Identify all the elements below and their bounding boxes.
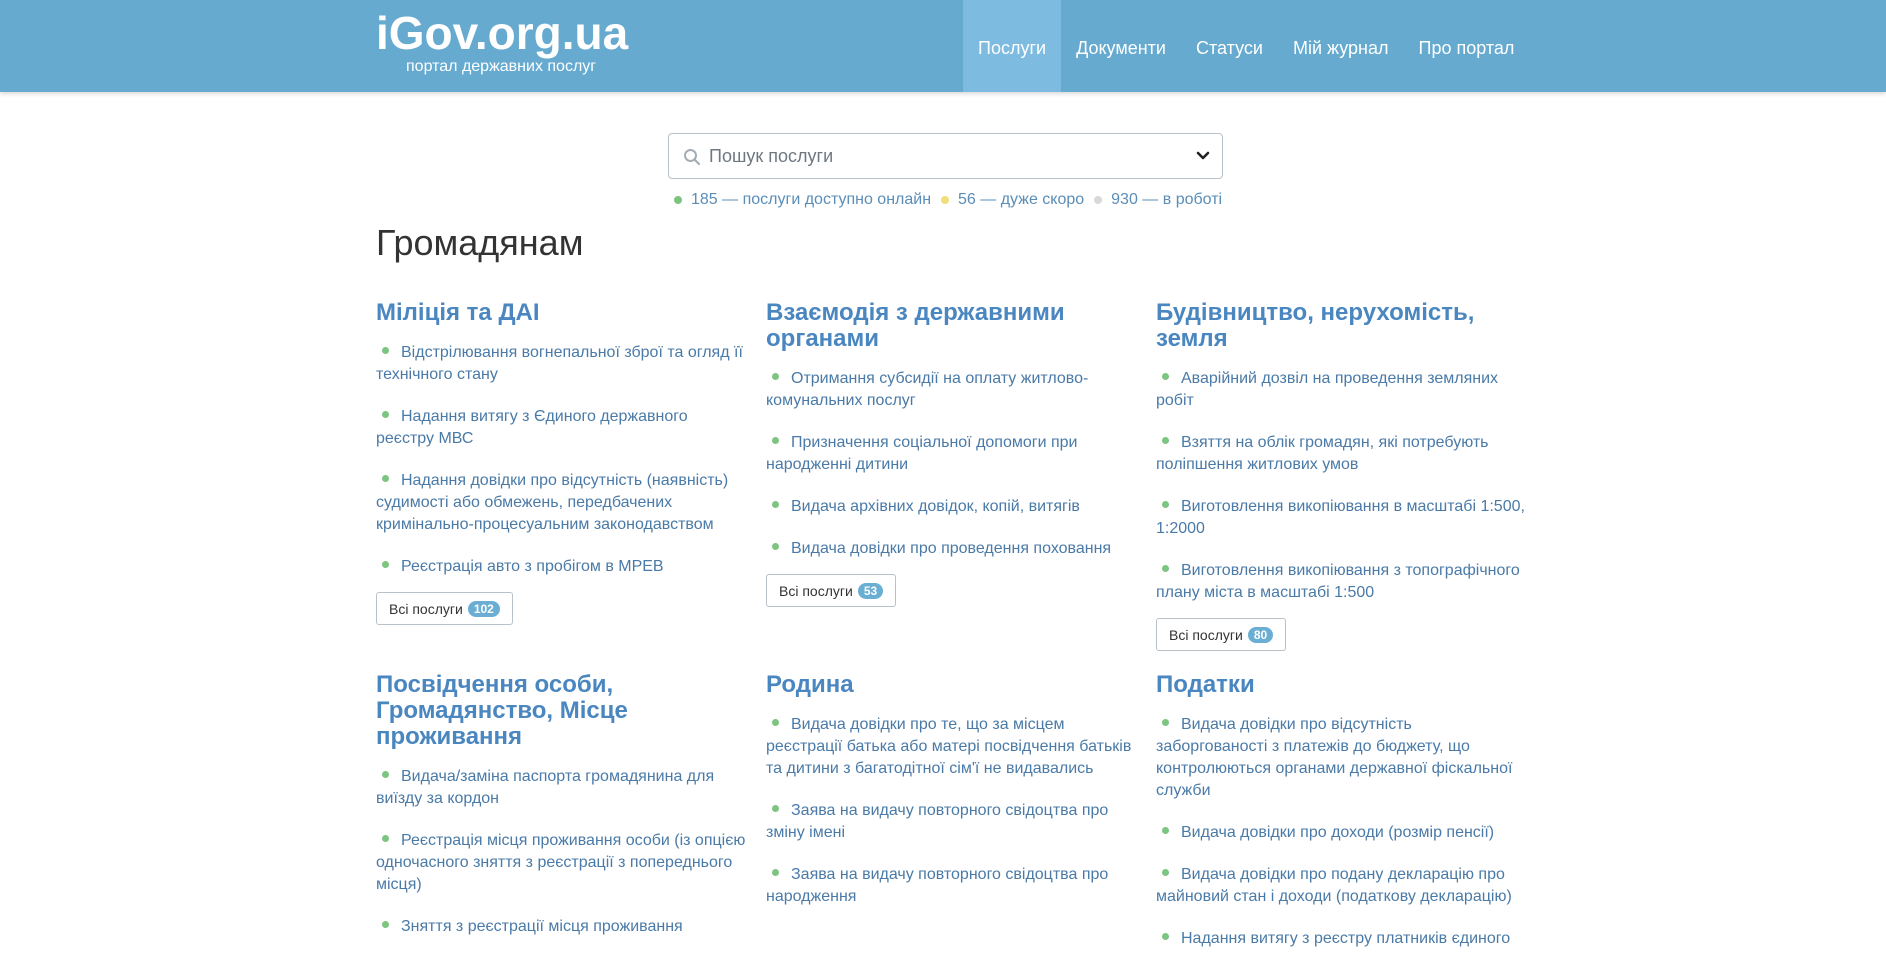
- category-police: Міліція та ДАІ Відстрілювання вогнепальн…: [376, 300, 746, 625]
- service-stats: 185 — послуги доступно онлайн 56 — дуже …: [670, 189, 1228, 211]
- category-title[interactable]: Міліція та ДАІ: [376, 300, 746, 326]
- available-dot: [772, 543, 779, 550]
- available-dot: [772, 437, 779, 444]
- all-services-label: Всі послуги: [779, 582, 853, 599]
- available-dot: [772, 719, 779, 726]
- service-link[interactable]: Зняття з реєстрації місця проживання: [376, 916, 746, 938]
- available-dot: [382, 561, 389, 568]
- service-list: Видача/заміна паспорта громадянина для в…: [376, 766, 746, 938]
- service-link[interactable]: Реєстрація авто з пробігом в МРЕВ: [376, 556, 746, 578]
- status-dot-online: [674, 196, 682, 204]
- nav-item-statuses[interactable]: Статуси: [1181, 0, 1278, 92]
- service-link[interactable]: Видача довідки про відсутність заборгова…: [1156, 714, 1526, 802]
- service-link[interactable]: Призначення соціальної допомоги при наро…: [766, 432, 1136, 476]
- search-icon: [684, 149, 701, 166]
- category-title[interactable]: Будівництво, нерухомість, земля: [1156, 300, 1526, 352]
- category-family: Родина Видача довідки про те, що за місц…: [766, 672, 1136, 928]
- nav-item-my-journal[interactable]: Мій журнал: [1278, 0, 1404, 92]
- service-link[interactable]: Відстрілювання вогнепальної зброї та огл…: [376, 342, 746, 386]
- service-link[interactable]: Надання витягу з Єдиного державного реєс…: [376, 406, 746, 450]
- available-dot: [382, 771, 389, 778]
- service-list: Видача довідки про те, що за місцем реєс…: [766, 714, 1136, 908]
- service-list: Видача довідки про відсутність заборгова…: [1156, 714, 1526, 950]
- service-link[interactable]: Заява на видачу повторного свідоцтва про…: [766, 864, 1136, 908]
- nav-item-documents[interactable]: Документи: [1061, 0, 1181, 92]
- service-link[interactable]: Надання довідки про відсутність (наявніс…: [376, 470, 746, 536]
- service-link[interactable]: Видача довідки про проведення поховання: [766, 538, 1136, 560]
- top-navbar: iGov.org.ua портал державних послуг Посл…: [0, 0, 1886, 92]
- service-search[interactable]: [668, 133, 1223, 179]
- available-dot: [382, 835, 389, 842]
- available-dot: [1162, 373, 1169, 380]
- service-link[interactable]: Аварійний дозвіл на проведення земляних …: [1156, 368, 1526, 412]
- category-government: Взаємодія з державними органами Отриманн…: [766, 300, 1136, 607]
- available-dot: [1162, 501, 1169, 508]
- brand-logo[interactable]: iGov.org.ua портал державних послуг: [376, 6, 628, 76]
- nav-item-services[interactable]: Послуги: [963, 0, 1062, 92]
- category-taxes: Податки Видача довідки про відсутність з…: [1156, 672, 1526, 955]
- count-badge: 102: [467, 600, 500, 617]
- available-dot: [772, 373, 779, 380]
- page-title: Громадянам: [376, 222, 584, 263]
- service-link[interactable]: Виготовлення викопіювання з топографічно…: [1156, 560, 1526, 604]
- category-title[interactable]: Податки: [1156, 672, 1526, 698]
- all-services-button[interactable]: Всі послуги 80: [1156, 618, 1287, 651]
- main-nav: Послуги Документи Статуси Мій журнал Про…: [963, 0, 1529, 92]
- service-link[interactable]: Видача довідки про подану декларацію про…: [1156, 864, 1526, 908]
- service-link[interactable]: Надання витягу з реєстру платників єдино…: [1156, 928, 1526, 950]
- available-dot: [1162, 933, 1169, 940]
- service-link[interactable]: Отримання субсидії на оплату житлово-ком…: [766, 368, 1136, 412]
- available-dot: [772, 869, 779, 876]
- service-list: Аварійний дозвіл на проведення земляних …: [1156, 368, 1526, 604]
- status-dot-soon: [941, 196, 950, 204]
- category-title[interactable]: Взаємодія з державними органами: [766, 300, 1136, 352]
- available-dot: [382, 411, 389, 418]
- all-services-label: Всі послуги: [1169, 626, 1243, 643]
- all-services-button[interactable]: Всі послуги 102: [376, 592, 513, 625]
- service-list: Відстрілювання вогнепальної зброї та огл…: [376, 342, 746, 578]
- nav-item-about[interactable]: Про портал: [1404, 0, 1530, 92]
- available-dot: [772, 501, 779, 508]
- count-badge: 53: [857, 582, 884, 599]
- count-badge: 80: [1247, 626, 1274, 643]
- available-dot: [382, 921, 389, 928]
- available-dot: [382, 475, 389, 482]
- category-title[interactable]: Посвідчення особи, Громадянство, Місце п…: [376, 672, 746, 750]
- stat-in-progress[interactable]: 930 — в роботі: [1111, 191, 1222, 209]
- service-link[interactable]: Реєстрація місця проживання особи (із оп…: [376, 830, 746, 896]
- service-link[interactable]: Видача довідки про те, що за місцем реєс…: [766, 714, 1136, 780]
- category-title[interactable]: Родина: [766, 672, 1136, 698]
- service-link[interactable]: Видача архівних довідок, копій, витягів: [766, 496, 1136, 518]
- available-dot: [1162, 719, 1169, 726]
- available-dot: [382, 347, 389, 354]
- all-services-label: Всі послуги: [389, 600, 463, 617]
- stat-online[interactable]: 185 — послуги доступно онлайн: [691, 191, 931, 209]
- service-link[interactable]: Заява на видачу повторного свідоцтва про…: [766, 800, 1136, 844]
- chevron-down-icon[interactable]: [1196, 150, 1210, 162]
- service-link[interactable]: Взяття на облік громадян, які потребують…: [1156, 432, 1526, 476]
- available-dot: [772, 805, 779, 812]
- available-dot: [1162, 437, 1169, 444]
- available-dot: [1162, 869, 1169, 876]
- all-services-button[interactable]: Всі послуги 53: [766, 574, 897, 607]
- stat-soon[interactable]: 56 — дуже скоро: [958, 191, 1084, 209]
- status-dot-in-progress: [1094, 196, 1103, 204]
- category-construction: Будівництво, нерухомість, земля Аварійни…: [1156, 300, 1526, 651]
- service-link[interactable]: Виготовлення викопіювання в масштабі 1:5…: [1156, 496, 1526, 540]
- available-dot: [1162, 565, 1169, 572]
- brand-subtitle: портал державних послуг: [406, 58, 597, 75]
- service-list: Отримання субсидії на оплату житлово-ком…: [766, 368, 1136, 560]
- brand-title: iGov.org.ua: [376, 7, 629, 59]
- available-dot: [1162, 827, 1169, 834]
- service-link[interactable]: Видача/заміна паспорта громадянина для в…: [376, 766, 746, 810]
- category-identity: Посвідчення особи, Громадянство, Місце п…: [376, 672, 746, 955]
- service-link[interactable]: Видача довідки про доходи (розмір пенсії…: [1156, 822, 1526, 844]
- search-input[interactable]: [709, 142, 1169, 170]
